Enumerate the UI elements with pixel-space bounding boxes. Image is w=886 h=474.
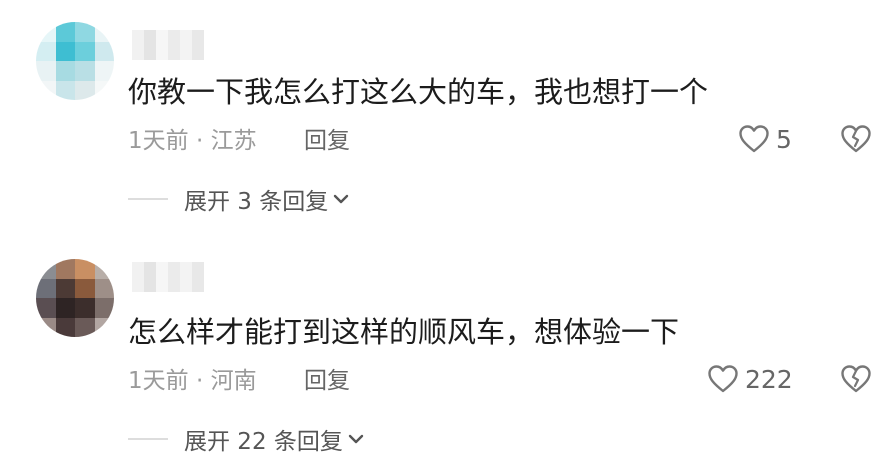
- comment-text: 你教一下我怎么打这么大的车，我也想打一个: [128, 75, 709, 109]
- comment-meta: 1天前 · 河南: [128, 368, 257, 394]
- divider-dash: [128, 438, 168, 440]
- expand-replies-button[interactable]: 展开 3 条回复: [128, 182, 350, 216]
- like-count: 5: [776, 124, 792, 154]
- expand-replies-label: 展开 3 条回复: [184, 189, 329, 215]
- expand-replies-label: 展开 22 条回复: [184, 429, 343, 455]
- avatar[interactable]: [36, 259, 114, 337]
- reply-button[interactable]: 回复: [304, 126, 350, 156]
- avatar[interactable]: [36, 22, 114, 100]
- comment-meta: 1天前 · 江苏: [128, 128, 257, 154]
- dislike-button[interactable]: [840, 364, 872, 394]
- reply-button[interactable]: 回复: [304, 366, 350, 396]
- username-blurred[interactable]: [132, 262, 204, 292]
- like-count: 222: [745, 364, 793, 394]
- expand-replies-button[interactable]: 展开 22 条回复: [128, 422, 365, 456]
- divider-dash: [128, 198, 168, 200]
- comment-text: 怎么样才能打到这样的顺风车，想体验一下: [128, 315, 680, 349]
- dislike-button[interactable]: [840, 124, 872, 154]
- like-button[interactable]: 5: [738, 124, 792, 154]
- broken-heart-icon: [841, 125, 871, 153]
- heart-outline-icon: [739, 125, 769, 153]
- like-button[interactable]: 222: [707, 364, 793, 394]
- broken-heart-icon: [841, 365, 871, 393]
- chevron-down-icon: [334, 194, 349, 204]
- heart-outline-icon: [708, 365, 738, 393]
- username-blurred[interactable]: [132, 30, 204, 60]
- chevron-down-icon: [348, 434, 364, 444]
